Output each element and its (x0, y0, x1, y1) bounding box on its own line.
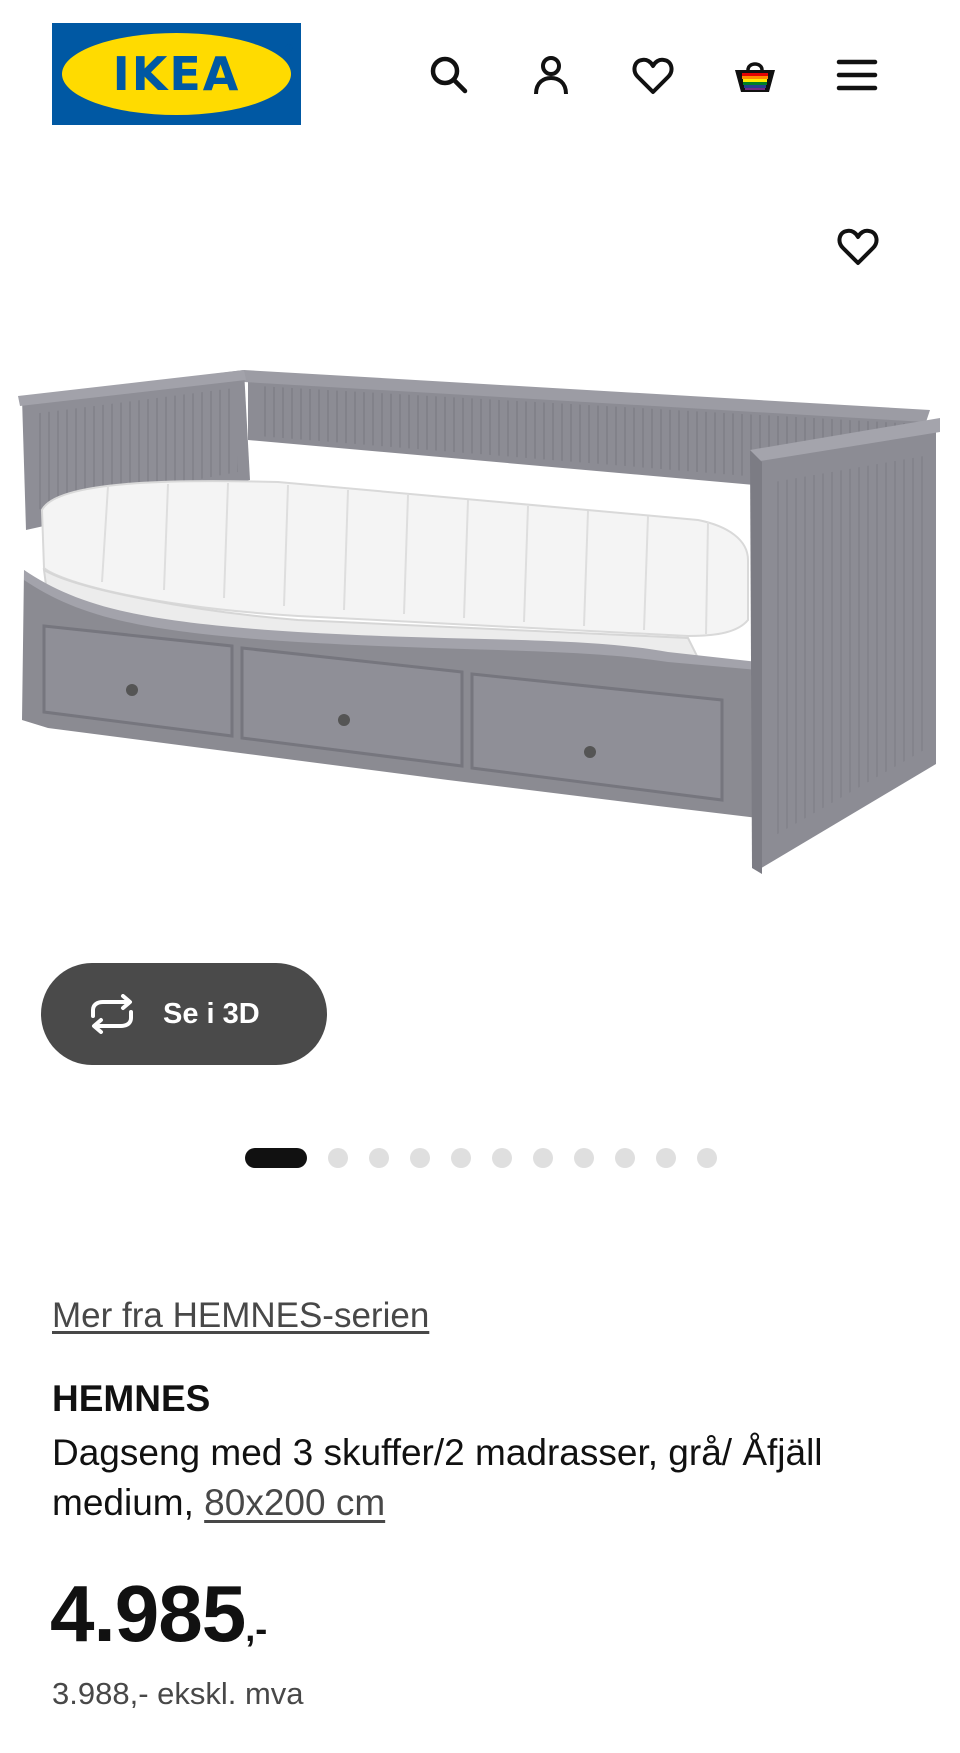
pagination-dot[interactable] (574, 1148, 594, 1168)
rotate-3d-icon (91, 994, 133, 1034)
product-description-text: Dagseng med 3 skuffer/2 madrasser, grå/ … (52, 1432, 823, 1523)
see-in-3d-button[interactable]: Se i 3D (41, 963, 327, 1065)
add-to-favourites-button[interactable] (830, 218, 886, 274)
price-main: 4.985 (50, 1569, 246, 1658)
pagination-dot[interactable] (697, 1148, 717, 1168)
pagination-dot[interactable] (533, 1148, 553, 1168)
pagination-dot[interactable] (451, 1148, 471, 1168)
pagination-dot-active[interactable] (245, 1148, 307, 1168)
price-suffix: ,- (245, 1608, 268, 1649)
price-excl-vat: 3.988,- ekskl. mva (52, 1676, 304, 1711)
profile-icon[interactable] (524, 48, 578, 102)
see-in-3d-label: Se i 3D (163, 997, 260, 1030)
logo-text: IKEA (112, 47, 241, 101)
size-link[interactable]: 80x200 cm (204, 1482, 385, 1523)
heart-icon (837, 228, 879, 265)
pagination-dot[interactable] (410, 1148, 430, 1168)
product-description: Dagseng med 3 skuffer/2 madrasser, grå/ … (52, 1428, 892, 1528)
pagination-dot[interactable] (615, 1148, 635, 1168)
menu-icon[interactable] (830, 48, 884, 102)
pagination-dot[interactable] (492, 1148, 512, 1168)
heart-icon[interactable] (626, 48, 680, 102)
pagination-dot[interactable] (328, 1148, 348, 1168)
pagination-dot[interactable] (369, 1148, 389, 1168)
series-link[interactable]: Mer fra HEMNES-serien (52, 1296, 429, 1336)
product-image-daybed (18, 370, 940, 874)
product-price: 4.985,- (50, 1568, 267, 1660)
ikea-logo[interactable]: IKEA ® (52, 23, 301, 125)
logo-registered-mark: ® (284, 43, 293, 55)
search-icon[interactable] (422, 48, 476, 102)
product-name: HEMNES (52, 1378, 211, 1419)
header: IKEA ® (0, 0, 960, 150)
gallery-pagination (245, 1147, 738, 1169)
cart-icon[interactable] (728, 48, 782, 102)
pagination-dot[interactable] (656, 1148, 676, 1168)
